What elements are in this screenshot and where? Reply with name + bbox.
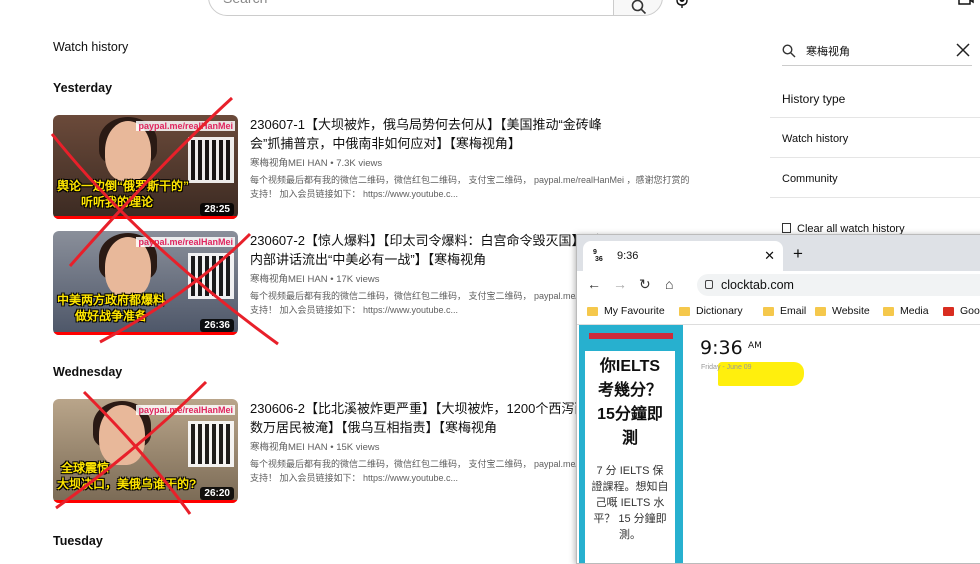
thumbnail-caption: 中美两方政府都爆料 — [57, 293, 166, 307]
clock-date: Friday - June 09 — [701, 364, 752, 371]
thumbnail-caption: 听听我的理论 — [81, 195, 154, 209]
ad-content: 你IELTS 考幾分？ 15分鐘即測 7 分 IELTS 保證課程。想知自己嘅 IE… — [585, 351, 675, 563]
divider — [770, 117, 980, 118]
thumbnail-caption: 做好战争准备 — [75, 309, 148, 323]
tab-close-icon[interactable]: ✕ — [764, 248, 775, 264]
qr-code-image — [188, 421, 234, 467]
clock-time: 9:36 AM — [700, 337, 762, 359]
section-header-yesterday: Yesterday — [53, 81, 113, 95]
close-icon[interactable] — [956, 43, 970, 57]
video-meta: 寒梅视角MEI HAN • 15K views — [250, 442, 380, 453]
section-header-wednesday: Wednesday — [53, 365, 123, 379]
watch-progress-bar — [53, 216, 238, 219]
video-title[interactable]: 230607-2【惊人爆料】【印太司令爆料：白宫命令毁灭国】【秦刚内部讲话流出“… — [250, 231, 620, 269]
video-title[interactable]: 230606-2【比北溪被炸更严重】【大坝被炸，1200个西泻而出，数万居民被淹… — [250, 399, 620, 437]
thumbnail-caption: 舆论一边倒“俄罗斯干的” — [57, 179, 190, 193]
bookmark-item[interactable]: Website — [815, 305, 870, 317]
divider — [770, 197, 980, 198]
folder-icon — [679, 306, 690, 316]
divider — [770, 157, 980, 158]
reload-icon[interactable]: ↻ — [639, 276, 651, 293]
thumbnail-paypal-text: paypal.me/realHanMei — [136, 237, 235, 247]
thumbnail-caption: 全球震惊 — [61, 461, 110, 475]
lock-icon — [705, 280, 713, 289]
address-bar[interactable]: clocktab.com — [697, 274, 980, 296]
ad-body: 7 分 IELTS 保證課程。想知自己嘅 IELTS 水平？ 15 分鐘即測。 — [591, 465, 669, 541]
video-thumbnail[interactable]: paypal.me/realHanMei 中美两方政府都爆料 做好战争准备 26… — [53, 231, 238, 335]
channel-name[interactable]: 寒梅视角MEI HAN — [250, 274, 328, 285]
bookmark-item[interactable]: Goo — [943, 305, 980, 317]
bookmark-item[interactable]: Media — [883, 305, 929, 317]
search-input[interactable]: Search — [208, 0, 614, 16]
duration-badge: 26:20 — [200, 487, 234, 500]
url-text: clocktab.com — [721, 278, 794, 292]
thumbnail-paypal-text: paypal.me/realHanMei — [136, 405, 235, 415]
duration-badge: 28:25 — [200, 203, 234, 216]
view-count: 15K views — [336, 442, 380, 453]
new-tab-icon[interactable]: + — [793, 244, 803, 264]
microphone-icon[interactable] — [676, 0, 688, 8]
history-search-input[interactable]: 寒梅视角 — [782, 36, 972, 66]
folder-icon — [815, 306, 826, 316]
search-icon — [631, 0, 647, 15]
thumbnail-caption: 大坝决口，美俄乌谁干的? — [57, 477, 197, 491]
history-type-community[interactable]: Community — [782, 173, 838, 185]
qr-code-image — [188, 137, 234, 183]
forward-icon[interactable]: → — [613, 276, 627, 292]
back-icon[interactable]: ← — [587, 276, 601, 292]
qr-code-image — [188, 253, 234, 299]
video-meta: 寒梅视角MEI HAN • 17K views — [250, 274, 380, 285]
watch-progress-bar — [53, 332, 238, 335]
folder-icon — [883, 306, 894, 316]
search-button[interactable] — [613, 0, 663, 16]
bookmark-favicon — [943, 306, 954, 316]
tab-strip: 9 36 9:36 ✕ + — [577, 235, 980, 271]
tab-favicon: 9 36 — [593, 249, 603, 263]
section-header-tuesday: Tuesday — [53, 534, 103, 548]
video-meta: 寒梅视角MEI HAN • 7.3K views — [250, 158, 383, 169]
duration-badge: 26:36 — [200, 319, 234, 332]
history-type-watch[interactable]: Watch history — [782, 133, 848, 145]
ad-banner-strip — [589, 333, 673, 339]
bookmark-item[interactable]: My Favourite — [587, 305, 665, 317]
channel-name[interactable]: 寒梅视角MEI HAN — [250, 442, 328, 453]
bookmarks-bar: My Favourite Dictionary Email Website Me… — [577, 299, 980, 325]
browser-tab[interactable]: 9 36 9:36 ✕ — [583, 241, 783, 271]
browser-window[interactable]: 9 36 9:36 ✕ + ← → ↻ ⌂ clocktab.com My Fa… — [576, 234, 980, 564]
folder-icon — [587, 306, 598, 316]
navigation-bar: ← → ↻ ⌂ clocktab.com — [577, 271, 980, 299]
video-description: 每个视频最后都有我的微信二维码，微信红包二维码， 支付宝二维码， paypal.… — [250, 175, 690, 199]
view-count: 7.3K views — [336, 158, 383, 169]
history-search-value: 寒梅视角 — [806, 45, 850, 58]
create-video-icon[interactable] — [958, 0, 974, 6]
tab-title: 9:36 — [617, 250, 639, 262]
folder-icon — [763, 306, 774, 316]
search-icon — [782, 44, 796, 58]
advertisement[interactable]: 你IELTS 考幾分？ 15分鐘即測 7 分 IELTS 保證課程。想知自己嘅 IE… — [579, 325, 683, 563]
bookmark-item[interactable]: Email — [763, 305, 806, 317]
video-thumbnail[interactable]: paypal.me/realHanMei 全球震惊 大坝决口，美俄乌谁干的? 2… — [53, 399, 238, 503]
page-title: Watch history — [53, 40, 129, 54]
home-icon[interactable]: ⌂ — [665, 276, 673, 292]
watch-progress-bar — [53, 500, 238, 503]
bookmark-item[interactable]: Dictionary — [679, 305, 743, 317]
channel-name[interactable]: 寒梅视角MEI HAN — [250, 158, 328, 169]
view-count: 17K views — [336, 274, 380, 285]
clock-ampm: AM — [748, 341, 762, 351]
ad-headline: 你IELTS 考幾分？ 15分鐘即測 — [597, 358, 663, 447]
video-thumbnail[interactable]: paypal.me/realHanMei 舆论一边倒“俄罗斯干的” 听听我的理论… — [53, 115, 238, 219]
history-type-heading: History type — [782, 92, 846, 106]
video-title[interactable]: 230607-1【大坝被炸，俄乌局势何去何从】【美国推动“金砖峰会”抓捕普京，中… — [250, 115, 620, 153]
thumbnail-paypal-text: paypal.me/realHanMei — [136, 121, 235, 131]
trash-icon — [782, 223, 791, 233]
